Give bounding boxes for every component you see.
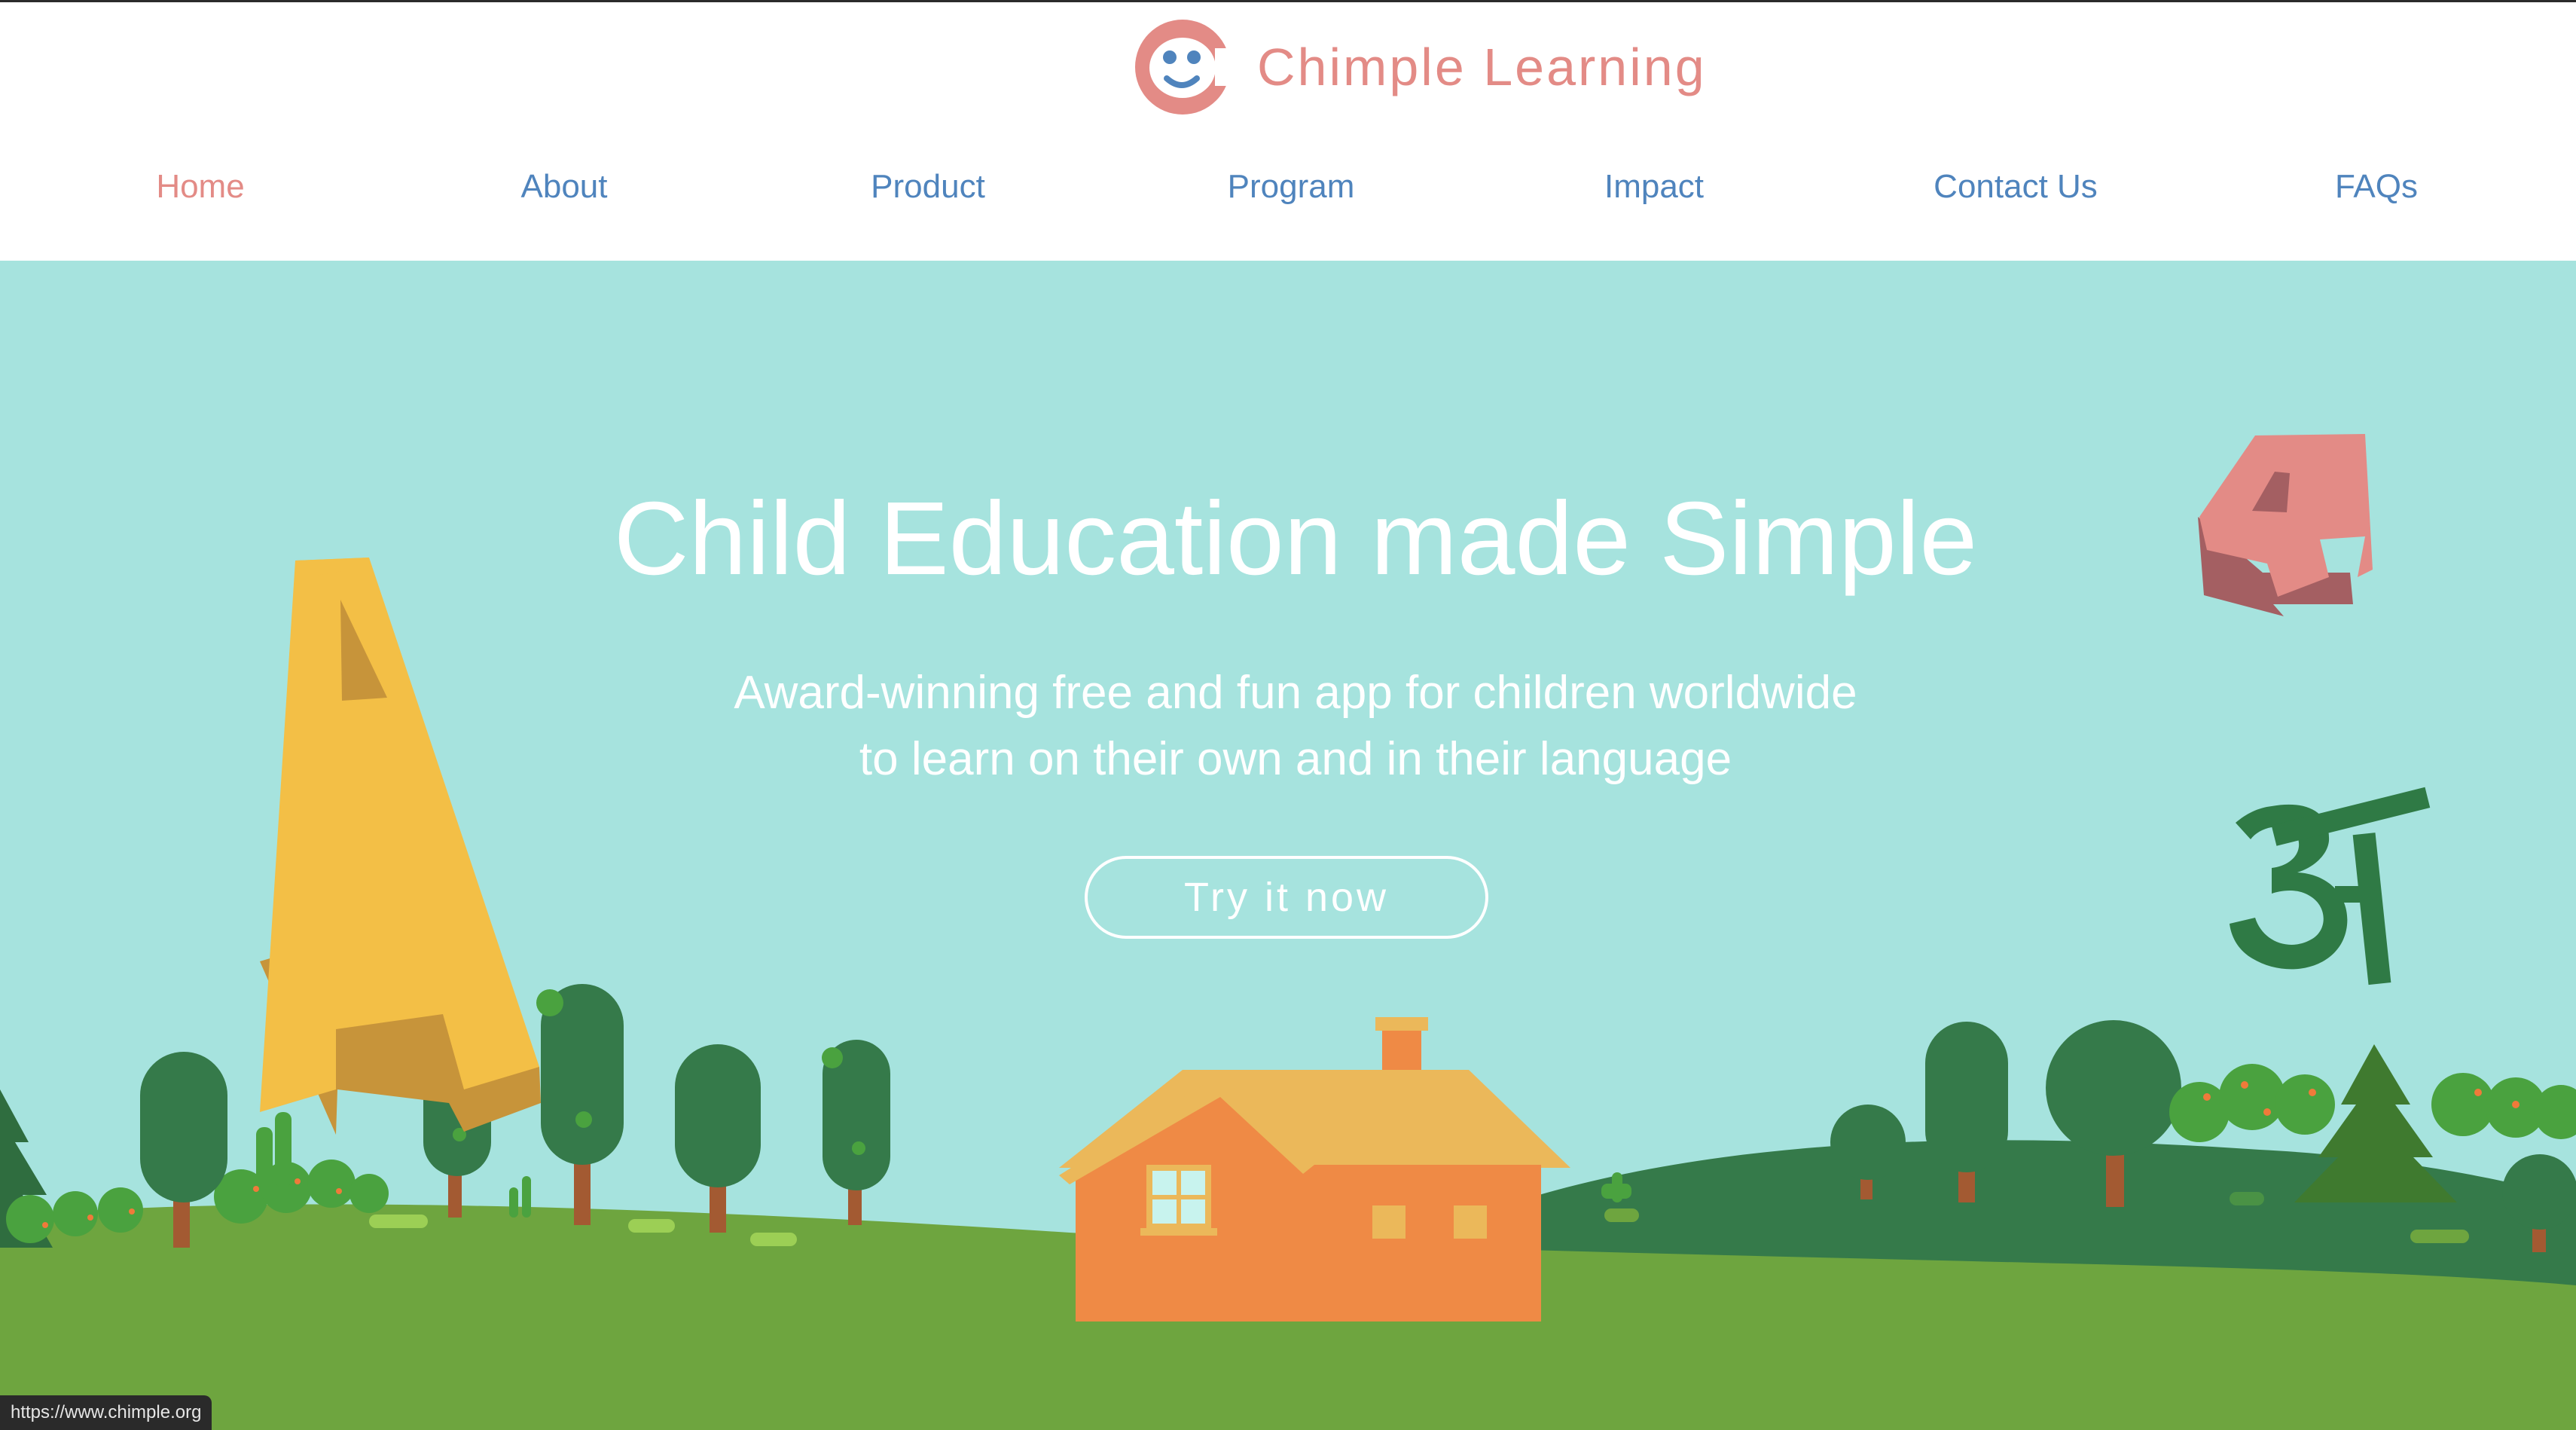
monkey-face-logo-icon <box>1135 19 1232 115</box>
nav-item-faqs[interactable]: FAQs <box>2226 153 2527 221</box>
nav-item-impact[interactable]: Impact <box>1503 153 1805 221</box>
brand[interactable]: Chimple Learning <box>1134 16 1707 118</box>
nav-item-contact-us[interactable]: Contact Us <box>1865 153 2166 221</box>
nav-item-program[interactable]: Program <box>1140 153 1442 221</box>
site-header: Chimple Learning Home About Product Prog… <box>0 2 2576 261</box>
brand-name: Chimple Learning <box>1257 37 1707 96</box>
nav-item-home[interactable]: Home <box>50 153 351 221</box>
nav-item-about[interactable]: About <box>414 153 715 221</box>
nav-item-product[interactable]: Product <box>777 153 1079 221</box>
page: Chimple Learning Home About Product Prog… <box>0 0 2576 1430</box>
hero-section: Child Education made Simple Award-winnin… <box>0 261 2576 1430</box>
hero-subtitle: Award-winning free and fun app for child… <box>0 660 2576 793</box>
hindi-letter-decoration <box>2230 787 2431 985</box>
hero-subtitle-line-2: to learn on their own and in their langu… <box>859 733 1732 785</box>
house-illustration <box>1059 1017 1570 1322</box>
status-bar-url: https://www.chimple.org <box>0 1395 212 1430</box>
hero-illustration <box>0 434 2576 1430</box>
main-nav: Home About Product Program Impact Contac… <box>0 153 2576 221</box>
letter-a-decoration <box>260 558 541 1135</box>
hero-title: Child Education made Simple <box>613 481 1978 597</box>
try-it-now-button[interactable]: Try it now <box>1085 856 1488 939</box>
hero-subtitle-line-1: Award-winning free and fun app for child… <box>734 667 1857 719</box>
